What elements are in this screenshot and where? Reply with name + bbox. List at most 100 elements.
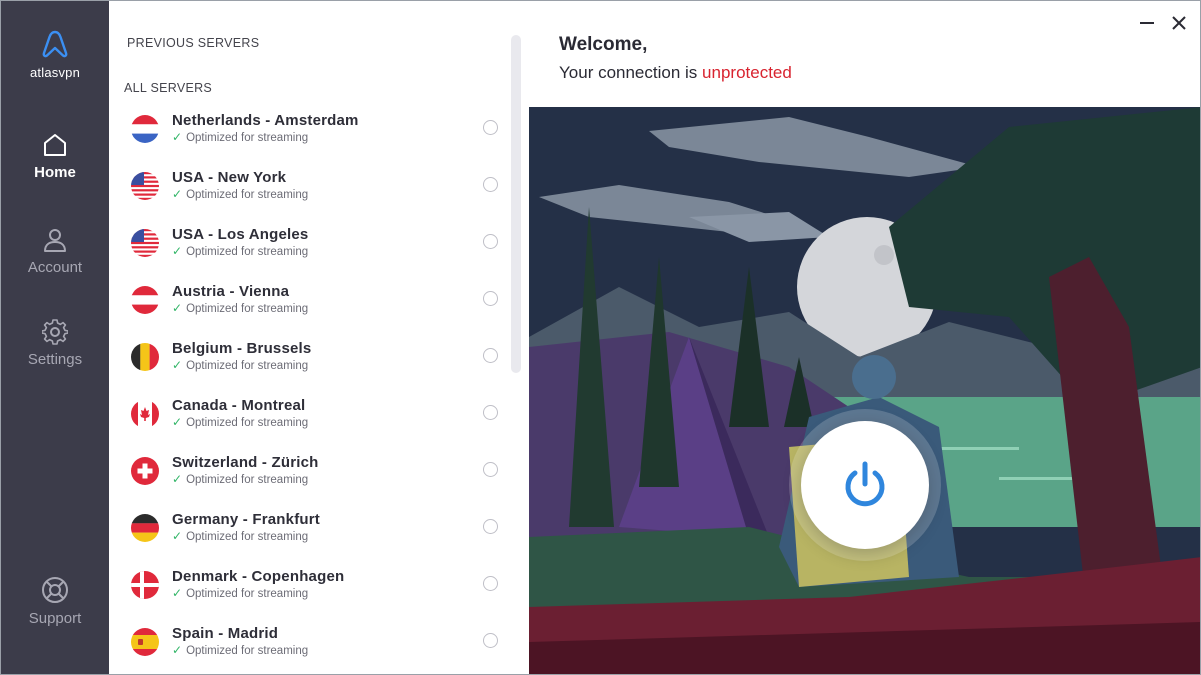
server-subtitle: ✓ Optimized for streaming [172, 415, 308, 429]
check-icon: ✓ [172, 358, 183, 372]
all-servers-heading: ALL SERVERS [124, 81, 213, 95]
home-icon [44, 134, 66, 156]
server-subtitle: ✓ Optimized for streaming [172, 529, 308, 543]
server-row[interactable]: Germany - Frankfurt ✓ Optimized for strea… [109, 505, 509, 562]
server-name: Austria - Vienna [172, 283, 290, 300]
server-subtitle-text: Optimized for streaming [186, 189, 309, 201]
previous-servers-heading: PREVIOUS SERVERS [127, 36, 260, 50]
server-row[interactable]: Spain - Madrid ✓ Optimized for streaming [109, 619, 509, 674]
check-icon: ✓ [172, 130, 183, 144]
server-radio[interactable] [483, 234, 498, 249]
nav-account[interactable]: Account [1, 227, 109, 276]
server-subtitle: ✓ Optimized for streaming [172, 187, 308, 201]
server-subtitle: ✓ Optimized for streaming [172, 643, 308, 657]
server-radio[interactable] [483, 405, 498, 420]
server-subtitle: ✓ Optimized for streaming [172, 358, 308, 372]
denmark-flag-icon [131, 571, 159, 599]
server-name: Germany - Frankfurt [172, 511, 320, 528]
nav-settings-label: Settings [27, 351, 83, 368]
server-subtitle-text: Optimized for streaming [186, 246, 309, 258]
server-name: Belgium - Brussels [172, 340, 312, 357]
close-button[interactable] [1167, 11, 1191, 35]
check-icon: ✓ [172, 529, 183, 543]
server-radio[interactable] [483, 462, 498, 477]
austria-flag-icon [131, 286, 159, 314]
germany-flag-icon [131, 514, 159, 542]
server-row[interactable]: USA - New York ✓ Optimized for streaming [109, 163, 509, 220]
server-radio[interactable] [483, 519, 498, 534]
server-row[interactable]: USA - Los Angeles ✓ Optimized for streami… [109, 220, 509, 277]
server-name: Netherlands - Amsterdam [172, 112, 359, 129]
logo-text: atlasvpn [29, 65, 81, 80]
close-icon [1172, 16, 1186, 30]
server-list-panel: PREVIOUS SERVERS ALL SERVERS Netherlands… [109, 1, 529, 674]
check-icon: ✓ [172, 301, 183, 315]
camping-illustration [529, 107, 1200, 674]
scrollbar[interactable] [511, 35, 521, 373]
server-subtitle: ✓ Optimized for streaming [172, 130, 308, 144]
atlas-logo-icon [42, 30, 68, 58]
server-radio[interactable] [483, 120, 498, 135]
canada-flag-icon [131, 400, 159, 428]
server-radio[interactable] [483, 348, 498, 363]
connection-status-prefix: Your connection is [559, 63, 698, 82]
logo: atlasvpn [1, 29, 109, 80]
connection-status: Your connection is unprotected [559, 63, 792, 83]
spain-flag-icon [131, 628, 159, 656]
nav-home[interactable]: Home [1, 132, 109, 181]
nav-settings[interactable]: Settings [1, 319, 109, 368]
nav-support-label: Support [28, 610, 82, 627]
server-name: Canada - Montreal [172, 397, 306, 414]
server-radio[interactable] [483, 177, 498, 192]
server-subtitle-text: Optimized for streaming [186, 132, 309, 144]
server-radio[interactable] [483, 633, 498, 648]
server-row[interactable]: Netherlands - Amsterdam ✓ Optimized for s… [109, 106, 509, 163]
check-icon: ✓ [172, 472, 183, 486]
belgium-flag-icon [131, 343, 159, 371]
server-subtitle-text: Optimized for streaming [186, 588, 309, 600]
server-subtitle-text: Optimized for streaming [186, 417, 309, 429]
usa-flag-icon [131, 172, 159, 200]
server-name: Switzerland - Zürich [172, 454, 319, 471]
app-window: atlasvpn Home Account Settings Support P… [0, 0, 1201, 675]
netherlands-flag-icon [131, 115, 159, 143]
nav-home-label: Home [34, 164, 76, 181]
night-scene-image [529, 107, 1200, 674]
server-row[interactable]: Switzerland - Zürich ✓ Optimized for stre… [109, 448, 509, 505]
check-icon: ✓ [172, 415, 183, 429]
server-subtitle-text: Optimized for streaming [186, 474, 309, 486]
server-radio[interactable] [483, 291, 498, 306]
server-subtitle-text: Optimized for streaming [186, 303, 309, 315]
switzerland-flag-icon [131, 457, 159, 485]
check-icon: ✓ [172, 643, 183, 657]
server-name: Denmark - Copenhagen [172, 568, 345, 585]
nav-support[interactable]: Support [1, 576, 109, 627]
check-icon: ✓ [172, 187, 183, 201]
gear-icon [42, 319, 68, 345]
server-name: USA - Los Angeles [172, 226, 309, 243]
server-row[interactable]: Canada - Montreal ✓ Optimized for streami… [109, 391, 509, 448]
lifebuoy-icon [42, 577, 68, 603]
server-row[interactable]: Belgium - Brussels ✓ Optimized for stream… [109, 334, 509, 391]
server-subtitle-text: Optimized for streaming [186, 531, 309, 543]
user-icon [44, 229, 66, 252]
power-icon [845, 461, 885, 507]
welcome-heading: Welcome, [559, 34, 648, 55]
server-name: Spain - Madrid [172, 625, 279, 642]
server-subtitle: ✓ Optimized for streaming [172, 301, 308, 315]
main-panel: Welcome, Your connection is unprotected [529, 1, 1200, 674]
minimize-icon [1140, 22, 1154, 24]
server-row[interactable]: Austria - Vienna ✓ Optimized for streamin… [109, 277, 509, 334]
check-icon: ✓ [172, 586, 183, 600]
server-radio[interactable] [483, 576, 498, 591]
connect-power-button[interactable] [801, 421, 929, 549]
usa-flag-icon [131, 229, 159, 257]
nav-account-label: Account [27, 259, 83, 276]
server-subtitle-text: Optimized for streaming [186, 360, 309, 372]
server-subtitle-text: Optimized for streaming [186, 645, 309, 657]
server-subtitle: ✓ Optimized for streaming [172, 244, 308, 258]
minimize-button[interactable] [1135, 11, 1159, 35]
server-row[interactable]: Denmark - Copenhagen ✓ Optimized for stre… [109, 562, 509, 619]
sidebar: atlasvpn Home Account Settings Support [1, 1, 109, 674]
server-subtitle: ✓ Optimized for streaming [172, 472, 308, 486]
